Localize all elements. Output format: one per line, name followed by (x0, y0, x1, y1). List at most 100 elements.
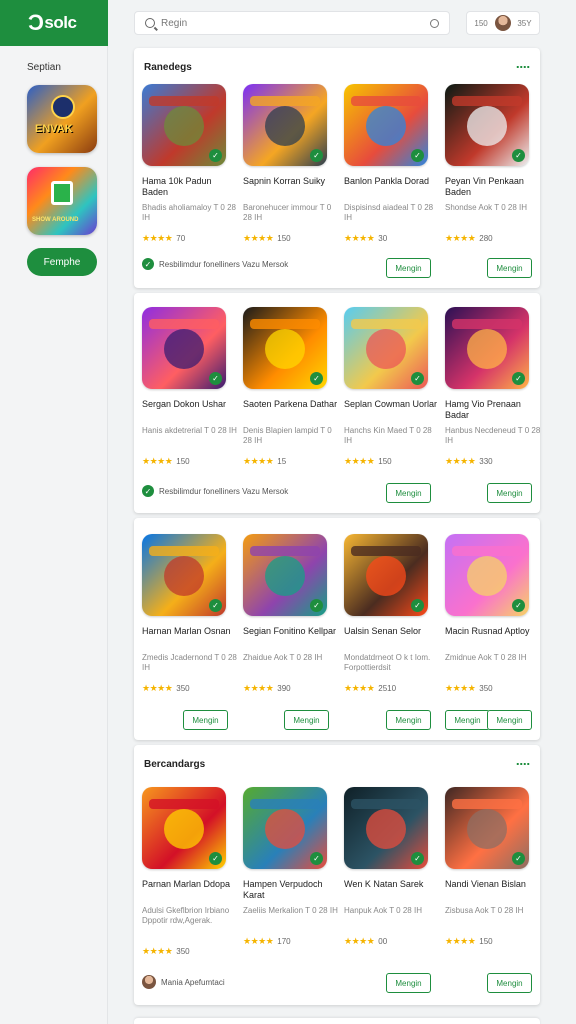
app-tile[interactable]: ✓ Hamg Vio Prenaan Badar Hanbus Necdeneud … (445, 307, 541, 467)
artwork-shape (164, 106, 204, 146)
sidebar-app-show-around[interactable]: SHOW AROUND (27, 167, 97, 235)
sidebar: Ɔ solc Septian ENVAK SHOW AROUND Femphe (0, 0, 108, 1024)
install-button[interactable]: Mengin (386, 710, 431, 730)
app-thumbnail[interactable]: ✓ (142, 307, 226, 389)
section-title: Ranedegs (144, 62, 192, 73)
install-button[interactable]: Mengin (183, 710, 228, 730)
install-button[interactable]: Mengin (487, 483, 532, 503)
section-footer[interactable]: Mania Apefumtaci (142, 975, 225, 989)
app-thumbnail[interactable]: ✓ (344, 534, 428, 616)
rating-count: 330 (479, 457, 493, 466)
app-thumbnail[interactable]: ✓ (445, 534, 529, 616)
app-thumbnail[interactable]: ✓ (243, 84, 327, 166)
install-button[interactable]: Mengin (386, 973, 431, 993)
app-thumbnail[interactable]: ✓ (445, 307, 529, 389)
sidebar-femphe-button[interactable]: Femphe (27, 248, 97, 276)
artwork-shape (265, 329, 305, 369)
app-tile[interactable]: ✓ Parnan Marlan Ddopa Adulsi Gkeflbrion Ir… (142, 787, 238, 957)
app-name: Ualsin Senan Selor (344, 626, 422, 636)
app-name: Sergan Dokon Ushar (142, 399, 227, 409)
check-icon: ✓ (209, 852, 222, 865)
artwork-banner (351, 96, 421, 106)
app-thumbnail[interactable]: ✓ (344, 307, 428, 389)
app-tile[interactable]: ✓ Nandi Vienan Bislan Zisbusa Aok T 0 28 I… (445, 787, 541, 947)
sidebar-app-envak[interactable]: ENVAK (27, 85, 97, 153)
app-description: Zaeliis Merkalion T 0 28 IH (243, 906, 338, 915)
rating-count: 15 (277, 457, 287, 466)
app-tile[interactable]: ✓ Hampen Verpudoch Karat Zaeliis Merkalion… (243, 787, 339, 947)
star-rating-icon: ★★★★ (243, 233, 274, 243)
rating-count: 170 (277, 937, 291, 946)
artwork-banner (452, 319, 522, 329)
avatar[interactable] (494, 15, 511, 31)
section-footer[interactable]: ✓ Resbilimdur fonelliners Vazu Mersok (142, 258, 288, 270)
app-description: Shondse Aok T 0 28 IH (445, 203, 527, 212)
app-thumbnail[interactable]: ✓ (344, 84, 428, 166)
app-tile[interactable]: ✓ Segian Fonitino Kellpar Zhaidue Aok T 0 … (243, 534, 339, 694)
star-rating-icon: ★★★★ (142, 233, 173, 243)
app-thumbnail[interactable]: ✓ (344, 787, 428, 869)
artwork-banner (452, 799, 522, 809)
app-tile[interactable]: ✓ Saoten Parkena Dathar Denis Blapien lamp… (243, 307, 339, 467)
app-name: Segian Fonitino Kellpar (243, 626, 337, 636)
app-tile[interactable]: ✓ Seplan Cowman Uorlar Hanchs Kin Maed T 0… (344, 307, 440, 467)
app-thumbnail[interactable]: ✓ (142, 787, 226, 869)
app-name: Peyan Vin Penkaan Baden (445, 176, 524, 197)
app-thumbnail[interactable]: ✓ (243, 534, 327, 616)
app-tile[interactable]: ✓ Peyan Vin Penkaan Baden Shondse Aok T 0 … (445, 84, 541, 244)
install-button[interactable]: Mengin (284, 710, 329, 730)
app-tile[interactable]: ✓ Sapnin Korran Suiky Baronehucer immour T… (243, 84, 339, 244)
check-circle-icon: ✓ (142, 258, 154, 270)
app-thumbnail[interactable]: ✓ (142, 534, 226, 616)
search-icon (145, 18, 155, 28)
check-icon: ✓ (512, 599, 525, 612)
install-button[interactable]: Mengin (445, 710, 490, 730)
install-button[interactable]: Mengin (386, 258, 431, 278)
install-button[interactable]: Mengin (487, 258, 532, 278)
artwork-shape (467, 809, 507, 849)
app-thumbnail[interactable]: ✓ (243, 307, 327, 389)
emblem-icon (51, 95, 75, 119)
app-thumbnail[interactable]: ✓ (142, 84, 226, 166)
app-thumbnail[interactable]: ✓ (243, 787, 327, 869)
app-thumbnail[interactable]: ✓ (445, 84, 529, 166)
app-description: Baronehucer immour T 0 28 IH (243, 203, 332, 222)
section-card: ✓ Harnan Marlan Osnan Zmedis Jcadernond T … (134, 518, 540, 740)
install-button[interactable]: Mengin (386, 483, 431, 503)
artwork-banner (452, 546, 522, 556)
user-box[interactable]: 150 35Y (466, 11, 540, 35)
app-tile[interactable]: ✓ Sergan Dokon Ushar Hanis akdetrerial T 0… (142, 307, 238, 467)
user-count-right: 35Y (517, 18, 532, 28)
app-tile[interactable]: ✓ Banlon Pankla Dorad Dispisinsd aiadeal T… (344, 84, 440, 244)
brand-logo[interactable]: Ɔ solc (0, 0, 108, 46)
more-dots-icon[interactable] (516, 763, 530, 765)
artwork-shape (467, 556, 507, 596)
star-rating-icon: ★★★★ (445, 683, 476, 693)
mic-icon[interactable] (430, 18, 439, 28)
app-rating: ★★★★ 350 (445, 683, 541, 694)
artwork-shape (265, 106, 305, 146)
rating-count: 150 (479, 937, 493, 946)
rating-count: 150 (378, 457, 392, 466)
check-icon: ✓ (411, 852, 424, 865)
app-tile[interactable]: ✓ Hama 10k Padun Baden Bhadis aholiamaloy … (142, 84, 238, 244)
check-icon: ✓ (209, 372, 222, 385)
app-tile[interactable]: ✓ Harnan Marlan Osnan Zmedis Jcadernond T … (142, 534, 238, 694)
app-thumbnail[interactable]: ✓ (445, 787, 529, 869)
app-description: Zhaidue Aok T 0 28 IH (243, 653, 323, 662)
app-tile[interactable]: ✓ Wen K Natan Sarek Hanpuk Aok T 0 28 IH ★★… (344, 787, 440, 947)
app-tile[interactable]: ✓ Ualsin Senan Selor Mondatdrneot O k t Io… (344, 534, 440, 694)
app-name: Saoten Parkena Dathar (243, 399, 338, 409)
install-button[interactable]: Mengin (487, 710, 532, 730)
more-dots-icon[interactable] (516, 66, 530, 68)
app-tile[interactable]: ✓ Macin Rusnad Aptloy Zmidnue Aok T 0 28 I… (445, 534, 541, 694)
search-input[interactable]: Regin (134, 11, 450, 35)
star-rating-icon: ★★★★ (142, 683, 173, 693)
rating-count: 2510 (378, 684, 397, 693)
artwork-banner (250, 799, 320, 809)
app-name: Harnan Marlan Osnan (142, 626, 231, 636)
next-section-edge (134, 1018, 540, 1024)
check-icon: ✓ (411, 599, 424, 612)
section-footer[interactable]: ✓ Resbilimdur fonelliners Vazu Mersok (142, 485, 288, 497)
install-button[interactable]: Mengin (487, 973, 532, 993)
